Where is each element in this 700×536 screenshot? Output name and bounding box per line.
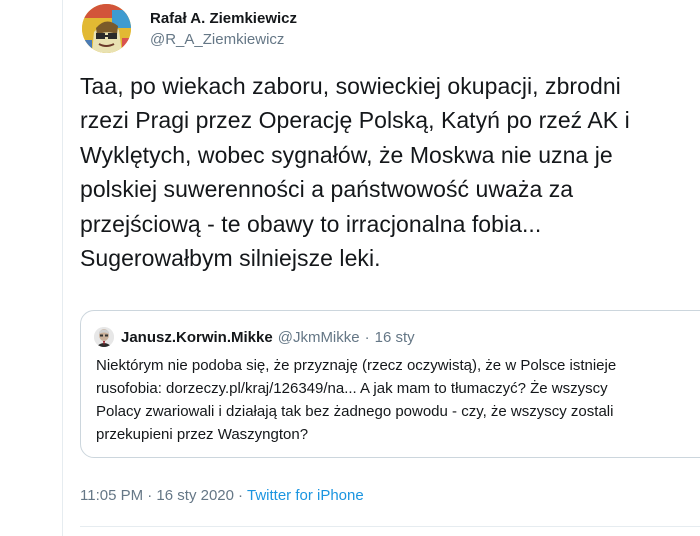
quoted-tweet-header: Janusz.Korwin.Mikke @JkmMikke · 16 sty	[94, 327, 415, 347]
author-display-name[interactable]: Rafał A. Ziemkiewicz	[150, 9, 297, 29]
tweet-source-link[interactable]: Twitter for iPhone	[247, 487, 364, 504]
quoted-tweet-text: Niektórym nie podoba się, że przyznaję (…	[96, 357, 617, 443]
metadata-separator: ·	[237, 487, 243, 504]
avatar-image-icon	[94, 327, 114, 347]
quoted-author-name: Janusz.Korwin.Mikke	[121, 328, 273, 346]
quoted-separator: ·	[364, 328, 370, 346]
tweet-metadata: 11:05 PM · 16 sty 2020 · Twitter for iPhon…	[80, 486, 364, 506]
tweet-page: Rafał A. Ziemkiewicz @R_A_Ziemkiewicz Ta…	[0, 0, 700, 536]
author-handle[interactable]: @R_A_Ziemkiewicz	[150, 30, 297, 50]
quoted-author-avatar	[94, 327, 114, 347]
tweet-author[interactable]: Rafał A. Ziemkiewicz @R_A_Ziemkiewicz	[150, 9, 297, 50]
tweet-detail: Rafał A. Ziemkiewicz @R_A_Ziemkiewicz Ta…	[63, 0, 700, 536]
avatar-image-icon	[82, 4, 131, 53]
tweet-text: Taa, po wiekach zaboru, sowieckiej okupa…	[80, 73, 630, 272]
quoted-tweet-date: 16 sty	[374, 328, 415, 346]
quoted-author-handle: @JkmMikke	[277, 328, 360, 346]
tweet-divider	[80, 526, 700, 527]
author-avatar[interactable]	[82, 4, 131, 53]
quoted-tweet-card[interactable]: Janusz.Korwin.Mikke @JkmMikke · 16 sty N…	[80, 310, 700, 458]
tweet-timestamp[interactable]: 11:05 PM · 16 sty 2020	[80, 487, 234, 504]
